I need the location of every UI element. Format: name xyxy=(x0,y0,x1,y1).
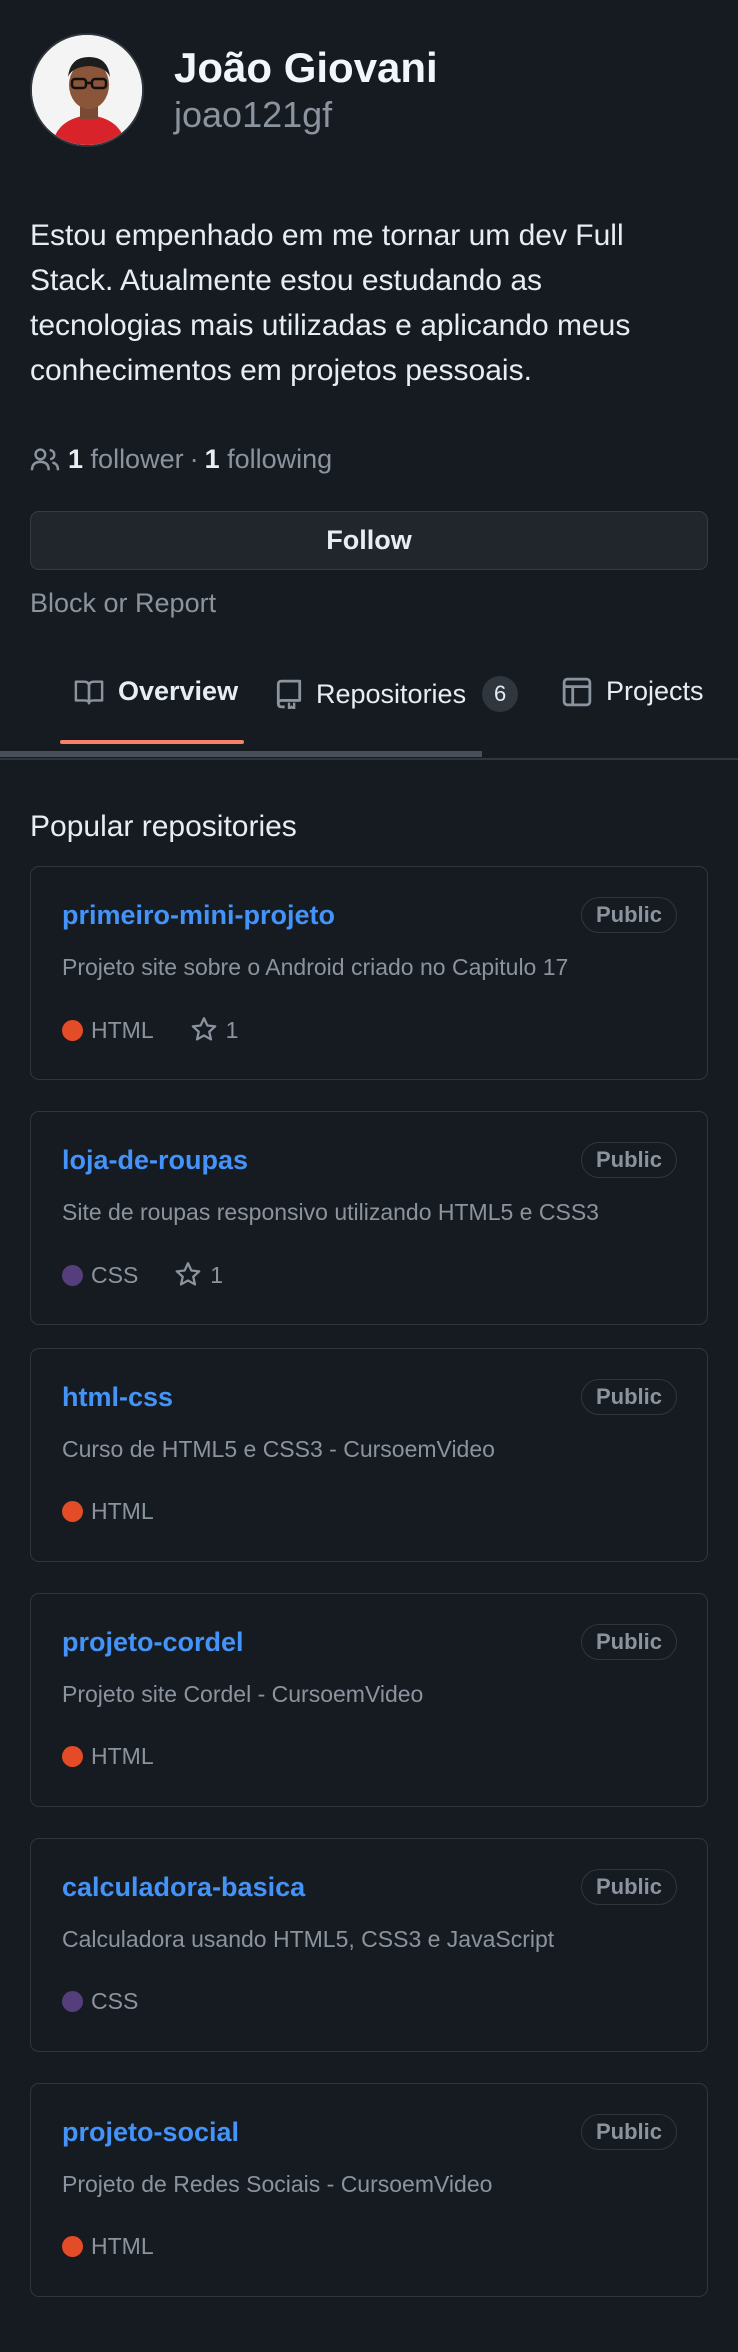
followers-link[interactable]: 1 follower xyxy=(68,444,184,475)
repo-language: HTML xyxy=(91,1498,154,1524)
repo-card: projeto-cordel Public Projeto site Cordel … xyxy=(30,1593,708,1807)
block-or-report-link[interactable]: Block or Report xyxy=(30,588,216,619)
table-icon xyxy=(562,677,592,706)
repo-description: Curso de HTML5 e CSS3 - CursoemVideo xyxy=(62,1436,495,1462)
repo-meta: CSS xyxy=(62,1988,138,2015)
profile-full-name: João Giovani xyxy=(174,44,438,91)
repo-language: CSS xyxy=(91,1988,139,2014)
repo-stars-count: 1 xyxy=(210,1261,224,1288)
repo-name-link[interactable]: calculadora-basica xyxy=(62,1872,305,1903)
repo-name-link[interactable]: primeiro-mini-projeto xyxy=(62,900,335,931)
repo-card: primeiro-mini-projeto Public Projeto site … xyxy=(30,866,708,1080)
star-icon xyxy=(191,1017,216,1041)
profile-tabs: Overview Repositories 6 Projects xyxy=(0,660,738,760)
visibility-badge: Public xyxy=(580,897,677,933)
repo-stars-link[interactable]: 1 xyxy=(190,1016,239,1044)
repo-name-link[interactable]: projeto-cordel xyxy=(62,1627,244,1658)
tab-overview-label: Overview xyxy=(118,676,239,706)
repo-name-link[interactable]: projeto-social xyxy=(62,2117,239,2148)
profile-names: João Giovani joao121gf xyxy=(174,43,438,137)
repo-language: HTML xyxy=(91,1743,154,1769)
repo-description: Projeto site Cordel - CursoemVideo xyxy=(62,1681,424,1707)
language-color-dot xyxy=(62,1501,83,1522)
repo-name-link[interactable]: loja-de-roupas xyxy=(62,1145,248,1176)
tab-overview[interactable]: Overview xyxy=(74,676,238,707)
tab-repositories-label: Repositories xyxy=(316,678,467,709)
language-color-dot xyxy=(62,1264,83,1286)
visibility-badge: Public xyxy=(580,1869,677,1905)
repo-description: Projeto site sobre o Android criado no C… xyxy=(62,954,569,980)
repo-card: projeto-social Public Projeto de Redes Soc… xyxy=(30,2083,708,2297)
profile-header: João Giovani joao121gf xyxy=(30,33,438,147)
tabs-divider xyxy=(0,758,738,760)
follow-stats: 1 follower · 1 following xyxy=(30,444,332,475)
repo-stars-count: 1 xyxy=(225,1016,239,1043)
repo-card: loja-de-roupas Public Site de roupas respo… xyxy=(30,1111,708,1325)
repo-name-link[interactable]: html-css xyxy=(62,1382,173,1413)
tab-repositories[interactable]: Repositories 6 xyxy=(276,676,519,712)
repo-icon xyxy=(276,679,302,709)
language-color-dot xyxy=(62,2236,83,2257)
language-color-dot xyxy=(62,1019,83,1041)
people-icon xyxy=(30,447,60,470)
following-label: following xyxy=(227,444,333,474)
repo-language: HTML xyxy=(91,1016,154,1043)
active-tab-indicator xyxy=(60,740,244,744)
popular-repositories-title: Popular repositories xyxy=(30,810,297,843)
visibility-badge: Public xyxy=(580,2114,677,2150)
tab-projects[interactable]: Projects xyxy=(562,676,704,707)
repo-language: CSS xyxy=(91,1261,139,1288)
followers-label: follower xyxy=(90,444,184,474)
profile-username: joao121gf xyxy=(174,94,333,135)
repo-description: Projeto de Redes Sociais - CursoemVideo xyxy=(62,2171,493,2197)
repo-language: HTML xyxy=(91,2233,154,2259)
visibility-badge: Public xyxy=(580,1379,677,1415)
follow-button[interactable]: Follow xyxy=(30,511,708,570)
repositories-count-badge: 6 xyxy=(482,676,519,712)
repo-meta: HTML xyxy=(62,1743,154,1770)
followers-count: 1 xyxy=(68,444,84,474)
repo-description: Site de roupas responsivo utilizando HTM… xyxy=(62,1199,599,1225)
repo-card: calculadora-basica Public Calculadora usan… xyxy=(30,1838,708,2052)
avatar-photo xyxy=(32,35,142,145)
visibility-badge: Public xyxy=(580,1142,677,1178)
language-color-dot xyxy=(62,1991,83,2012)
repo-meta: CSS 1 xyxy=(62,1261,223,1289)
tab-projects-label: Projects xyxy=(606,676,704,706)
language-color-dot xyxy=(62,1746,83,1767)
following-count: 1 xyxy=(204,444,220,474)
following-link[interactable]: 1 following xyxy=(205,444,333,475)
repo-card: html-css Public Curso de HTML5 e CSS3 - Cu… xyxy=(30,1348,708,1562)
repo-meta: HTML xyxy=(62,1498,154,1525)
repo-meta: HTML 1 xyxy=(62,1016,238,1044)
stats-separator: · xyxy=(189,444,199,474)
repo-description: Calculadora usando HTML5, CSS3 e JavaScr… xyxy=(62,1926,555,1952)
visibility-badge: Public xyxy=(580,1624,677,1660)
avatar[interactable] xyxy=(30,33,144,147)
star-icon xyxy=(175,1262,201,1286)
profile-bio: Estou empenhado em me tornar um dev Full… xyxy=(30,219,631,387)
tabs-scrollbar[interactable] xyxy=(0,751,482,757)
repo-stars-link[interactable]: 1 xyxy=(174,1261,223,1289)
repo-meta: HTML xyxy=(62,2233,154,2260)
book-icon xyxy=(74,679,104,704)
